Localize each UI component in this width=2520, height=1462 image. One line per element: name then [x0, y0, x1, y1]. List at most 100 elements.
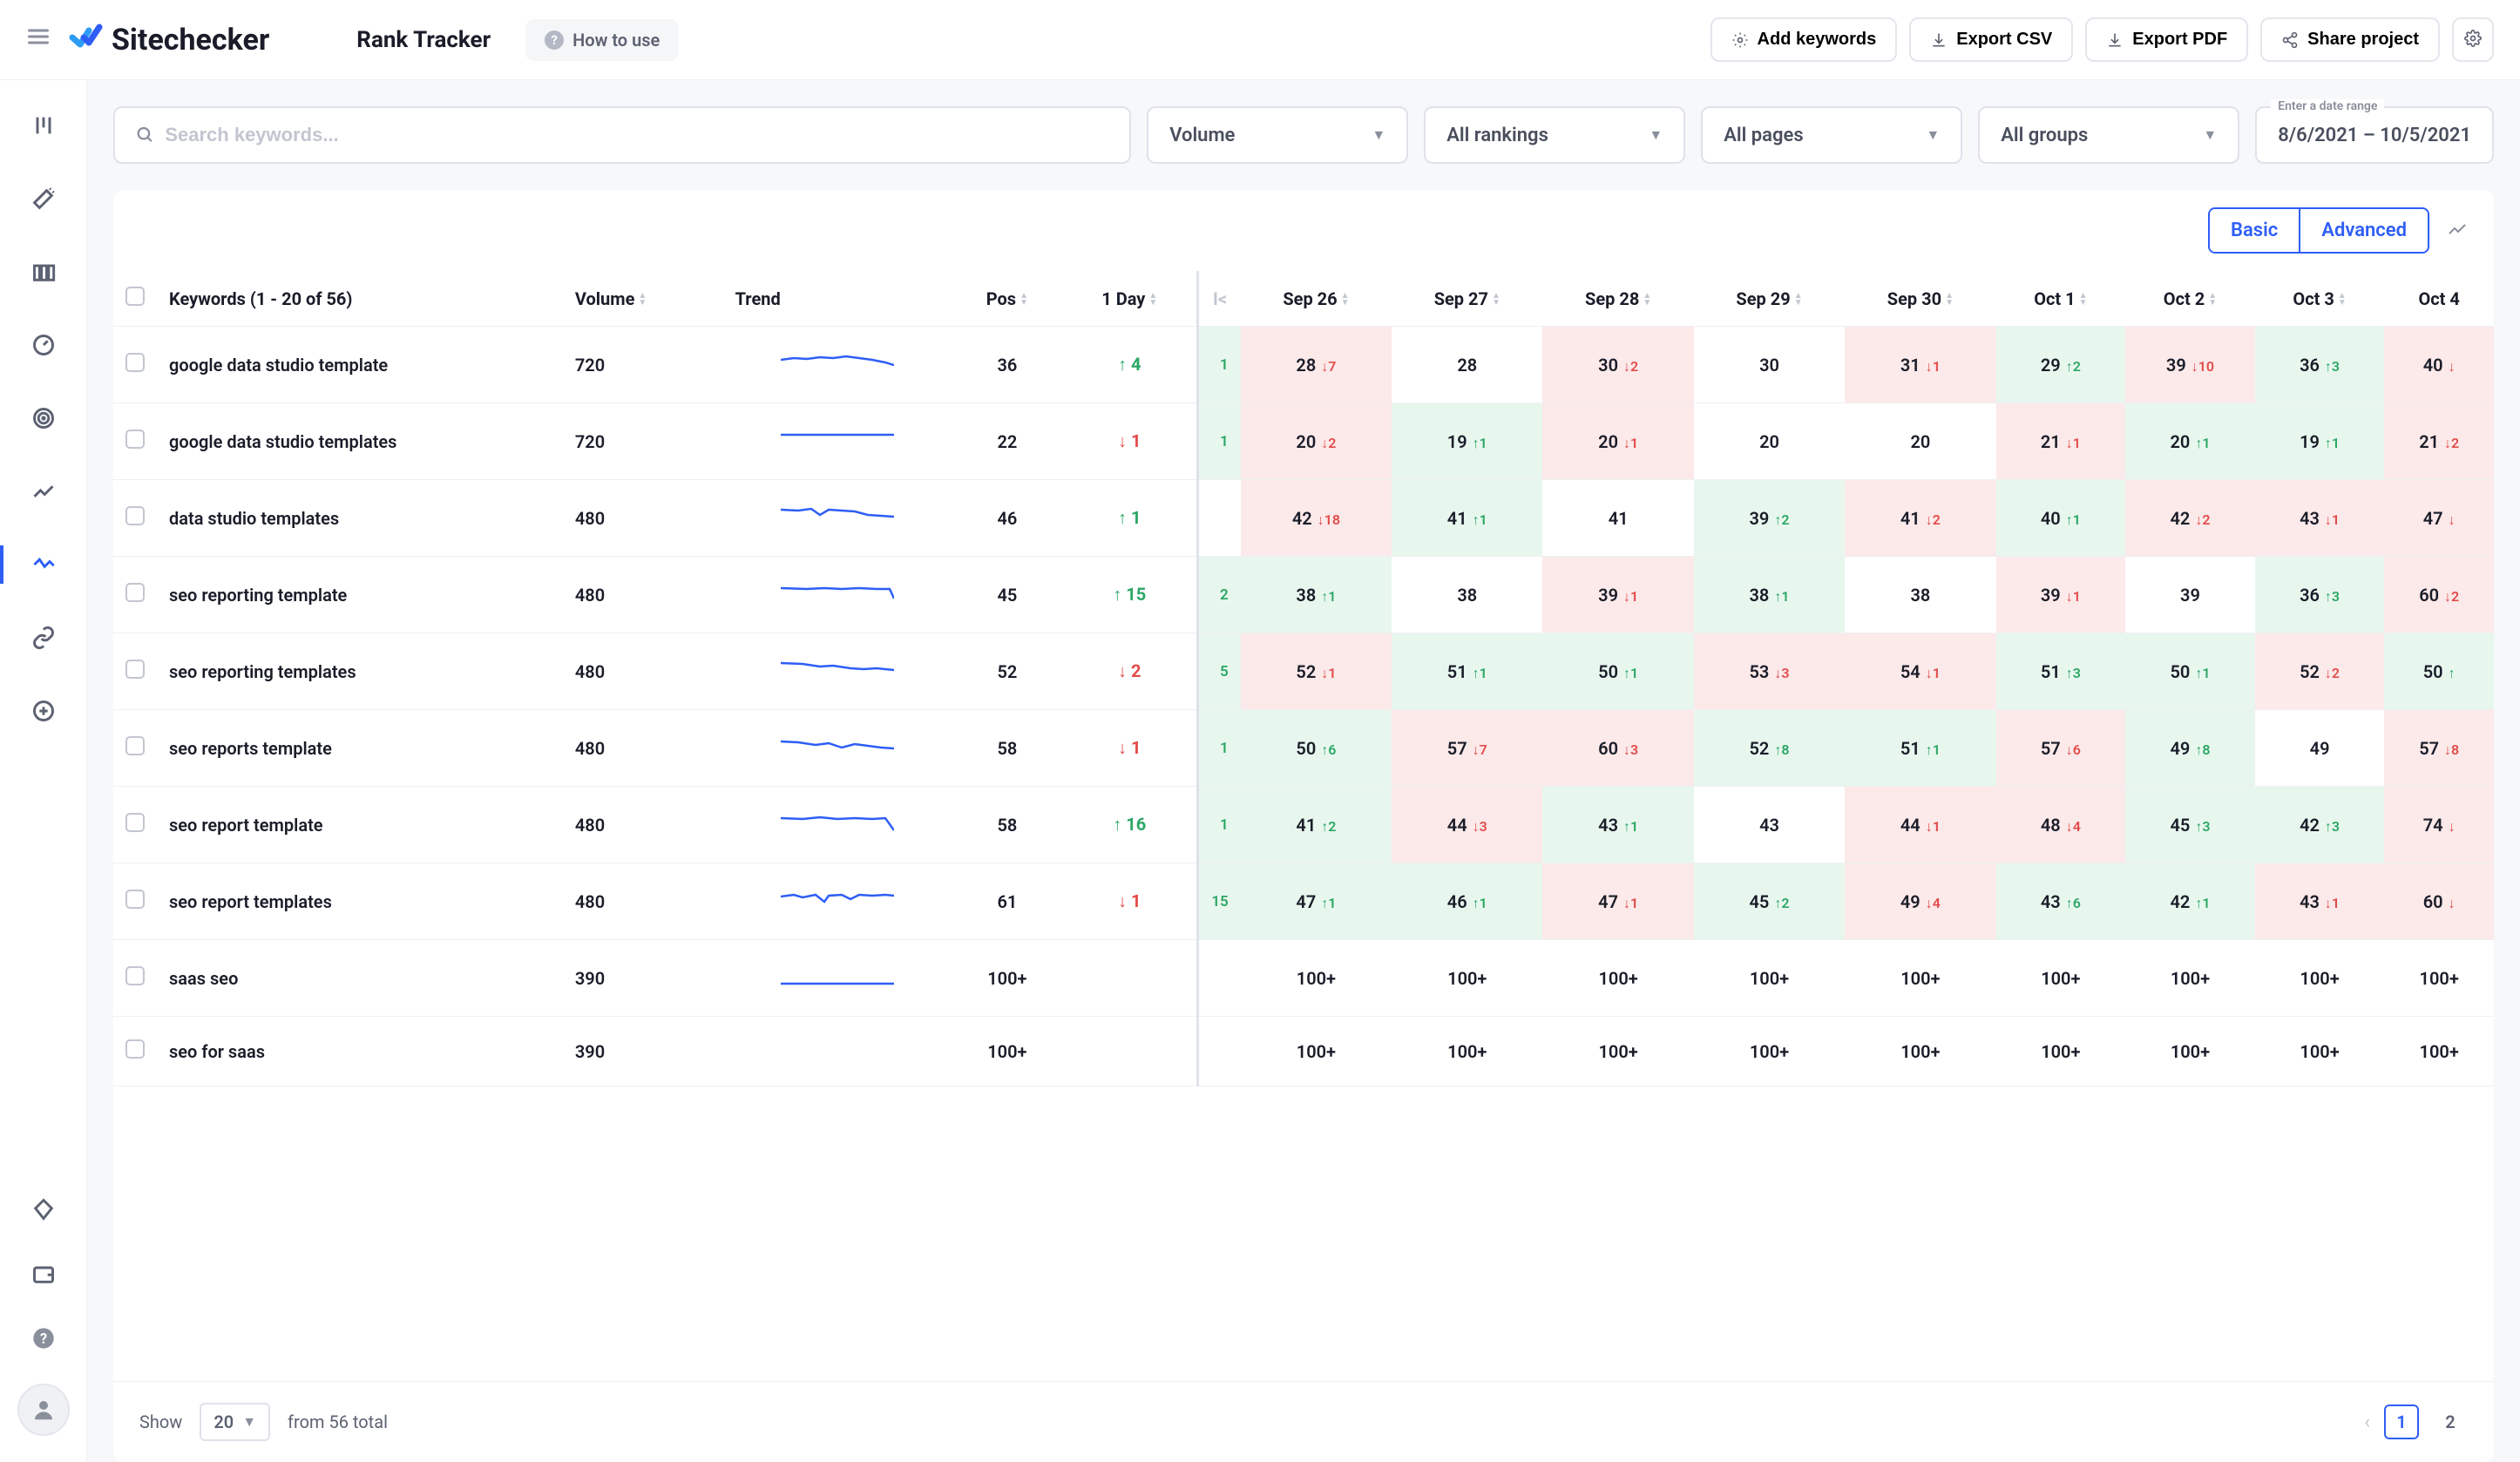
how-to-use-button[interactable]: ? How to use [525, 19, 679, 61]
date-cell: 43↑6 [1996, 863, 2126, 940]
col-date-4[interactable]: Sep 30▲▼ [1845, 271, 1995, 327]
pos-cell: 58 [952, 787, 1062, 863]
page-1[interactable]: 1 [2384, 1404, 2419, 1439]
filter-volume[interactable]: Volume ▼ [1147, 106, 1408, 164]
search-keywords[interactable] [113, 106, 1131, 164]
table-row[interactable]: saas seo390100+100+100+100+100+100+100+1… [113, 940, 2494, 1017]
col-scroll-back-icon[interactable]: I< [1198, 271, 1241, 327]
row-checkbox[interactable] [125, 813, 145, 832]
row-checkbox[interactable] [125, 890, 145, 909]
table-row[interactable]: seo reports template48058↓ 1150↑657↓760↓… [113, 710, 2494, 787]
date-cell: 46↑1 [1392, 863, 1542, 940]
col-date-6[interactable]: Oct 2▲▼ [2125, 271, 2255, 327]
tab-basic[interactable]: Basic [2210, 209, 2299, 252]
table-wrap[interactable]: Keywords (1 - 20 of 56) Volume▲▼ Trend P… [113, 271, 2494, 1381]
table-row[interactable]: seo report templates48061↓ 11547↑146↑147… [113, 863, 2494, 940]
col-date-0[interactable]: Sep 26▲▼ [1241, 271, 1392, 327]
search-input[interactable] [165, 124, 1108, 146]
pos-cell: 100+ [952, 1017, 1062, 1086]
table-row[interactable]: seo for saas390100+100+100+100+100+100+1… [113, 1017, 2494, 1086]
date-cell: 100+ [1845, 940, 1995, 1017]
table-row[interactable]: data studio templates48046↑ 142↓1841↑141… [113, 480, 2494, 557]
export-pdf-button[interactable]: Export PDF [2085, 17, 2248, 62]
sidebar-item-add[interactable] [0, 692, 86, 730]
sidebar-item-magic[interactable] [0, 179, 86, 218]
col-date-8[interactable]: Oct 4 [2384, 271, 2494, 327]
date-cell: 50↑1 [1542, 633, 1693, 710]
sidebar-item-link[interactable] [0, 619, 86, 657]
filter-date-range[interactable]: Enter a date range 8/6/2021 – 10/5/2021 [2255, 106, 2494, 164]
col-date-7[interactable]: Oct 3▲▼ [2255, 271, 2385, 327]
prev-page-icon[interactable]: ‹ [2364, 1411, 2370, 1433]
avatar[interactable] [17, 1384, 70, 1436]
filter-rankings[interactable]: All rankings ▼ [1424, 106, 1685, 164]
row-checkbox[interactable] [125, 583, 145, 602]
table-row[interactable]: seo report template48058↑ 16141↑244↓343↑… [113, 787, 2494, 863]
export-csv-button[interactable]: Export CSV [1909, 17, 2073, 62]
sidebar-item-diamond[interactable] [17, 1190, 70, 1228]
date-cell: 49 [2255, 710, 2385, 787]
row-checkbox[interactable] [125, 506, 145, 525]
date-cell: 44↓3 [1392, 787, 1542, 863]
share-project-button[interactable]: Share project [2260, 17, 2440, 62]
date-cell: 38 [1392, 557, 1542, 633]
sidebar-item-wallet[interactable] [17, 1255, 70, 1293]
select-all-checkbox[interactable] [125, 287, 145, 306]
col-date-1[interactable]: Sep 27▲▼ [1392, 271, 1542, 327]
sidebar-item-trend[interactable] [0, 472, 86, 511]
sidebar-item-rank-tracker[interactable] [0, 545, 86, 584]
row-checkbox[interactable] [125, 966, 145, 985]
volume-cell: 480 [563, 787, 723, 863]
sidebar-item-columns[interactable] [0, 253, 86, 291]
row-checkbox[interactable] [125, 430, 145, 449]
table-row[interactable]: google data studio templates72022↓ 1120↓… [113, 403, 2494, 480]
show-label: Show [139, 1411, 182, 1432]
filter-pages[interactable]: All pages ▼ [1701, 106, 1962, 164]
partial-cell: 5 [1198, 633, 1241, 710]
row-checkbox[interactable] [125, 736, 145, 755]
tab-advanced[interactable]: Advanced [2299, 209, 2428, 252]
sidebar-item-help[interactable]: ? [17, 1319, 70, 1357]
table-row[interactable]: seo reporting templates48052↓ 2552↓151↑1… [113, 633, 2494, 710]
day1-cell [1062, 1017, 1198, 1086]
volume-cell: 720 [563, 327, 723, 403]
table-row[interactable]: seo reporting template48045↑ 15238↑13839… [113, 557, 2494, 633]
row-checkbox[interactable] [125, 1039, 145, 1059]
col-volume[interactable]: Volume▲▼ [563, 271, 723, 327]
col-keywords[interactable]: Keywords (1 - 20 of 56) [157, 271, 563, 327]
row-checkbox[interactable] [125, 353, 145, 372]
hamburger-menu-icon[interactable] [26, 24, 51, 55]
partial-cell: 2 [1198, 557, 1241, 633]
date-cell: 42↑3 [2255, 787, 2385, 863]
col-trend[interactable]: Trend [723, 271, 952, 327]
chevron-down-icon: ▼ [1926, 126, 1940, 144]
col-pos[interactable]: Pos▲▼ [952, 271, 1062, 327]
date-cell: 49↑8 [2125, 710, 2255, 787]
settings-button[interactable] [2452, 17, 2494, 62]
filter-rankings-label: All rankings [1446, 125, 1548, 146]
col-date-5[interactable]: Oct 1▲▼ [1996, 271, 2126, 327]
page-2[interactable]: 2 [2433, 1404, 2468, 1439]
date-cell: 19↑1 [2255, 403, 2385, 480]
chart-toggle-icon[interactable] [2447, 219, 2468, 243]
per-page-select[interactable]: 20 ▼ [200, 1403, 270, 1441]
sidebar-item-dashboard[interactable] [0, 106, 86, 145]
date-range-label: Enter a date range [2271, 99, 2384, 113]
day1-cell: ↓ 1 [1062, 710, 1198, 787]
table-row[interactable]: google data studio template72036↑ 4128↓7… [113, 327, 2494, 403]
col-date-2[interactable]: Sep 28▲▼ [1542, 271, 1693, 327]
row-checkbox[interactable] [125, 660, 145, 679]
filter-groups[interactable]: All groups ▼ [1978, 106, 2239, 164]
col-1day[interactable]: 1 Day▲▼ [1062, 271, 1198, 327]
filter-pages-label: All pages [1724, 125, 1803, 146]
partial-cell: 1 [1198, 403, 1241, 480]
date-cell: 45↑2 [1694, 863, 1845, 940]
keyword-cell: seo report template [157, 787, 563, 863]
add-keywords-button[interactable]: Add keywords [1710, 17, 1898, 62]
col-date-3[interactable]: Sep 29▲▼ [1694, 271, 1845, 327]
top-header: Sitechecker Rank Tracker ? How to use Ad… [0, 0, 2520, 80]
sidebar-item-target[interactable] [0, 399, 86, 437]
logo[interactable]: Sitechecker [68, 18, 269, 61]
sidebar-item-speed[interactable] [0, 326, 86, 364]
pos-cell: 36 [952, 327, 1062, 403]
